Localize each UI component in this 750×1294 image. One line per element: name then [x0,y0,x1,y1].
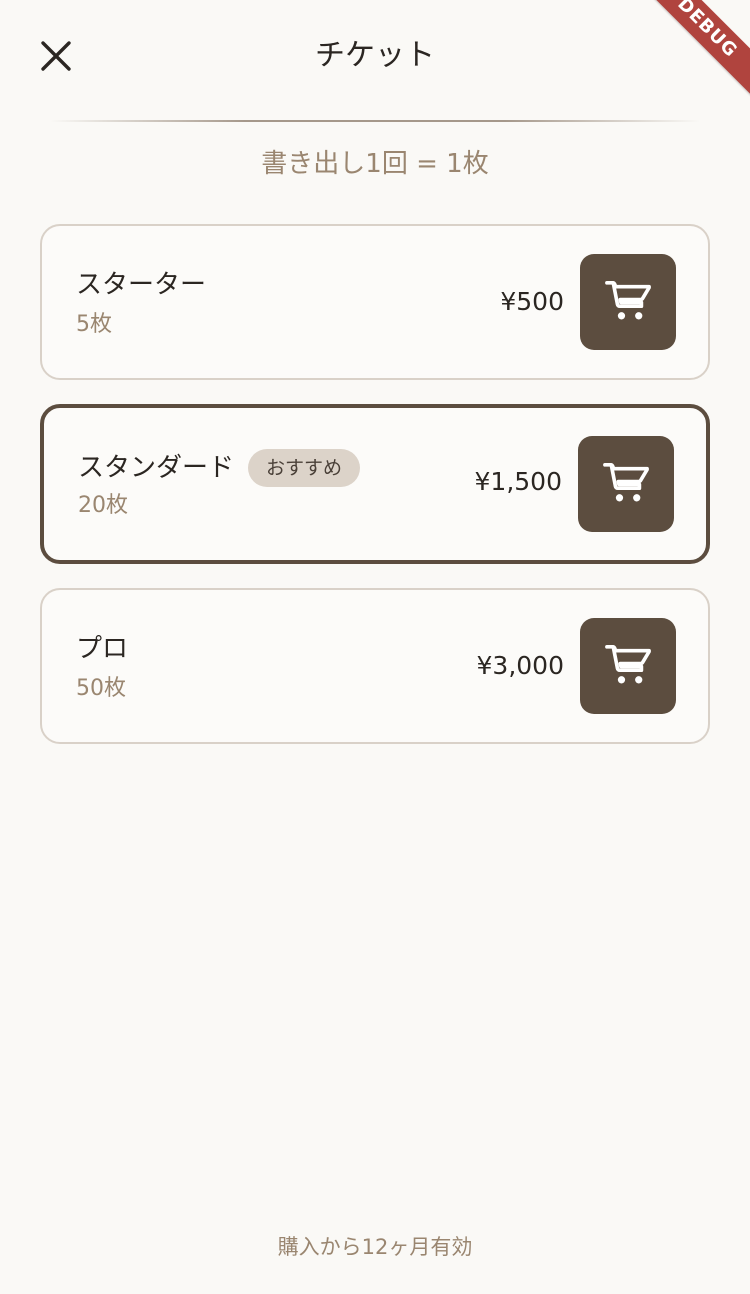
plan-name: プロ [76,634,129,664]
ticket-rate-note: 書き出し1回 = 1枚 [261,149,489,179]
shopping-cart-icon [603,463,649,502]
plan-name-row: スターター [76,268,206,302]
plan-card-standard: スタンダード おすすめ 20枚 ¥1,500 [40,404,710,564]
plan-ticket-count: 20枚 [78,493,128,518]
plan-name-row: プロ [76,632,128,666]
plan-ticket-count: 5枚 [76,312,112,337]
plan-price: ¥500 [500,287,564,316]
plan-name: スターター [76,270,207,300]
buy-button-pro[interactable] [580,618,676,714]
plan-price: ¥3,000 [476,651,564,680]
plan-name-row: スタンダード おすすめ [78,449,361,487]
shopping-cart-icon [605,281,651,320]
buy-button-starter[interactable] [580,254,676,350]
plan-price: ¥1,500 [474,467,562,496]
plan-name: スタンダード [78,453,235,483]
page-title: チケット [315,38,435,73]
app-header: チケット [0,0,750,110]
validity-note: 購入から12ヶ月有効 [277,1235,473,1259]
header-divider [50,120,700,122]
buy-button-standard[interactable] [578,436,674,532]
recommended-badge: おすすめ [248,449,361,487]
shopping-cart-icon [605,645,651,684]
plan-card-pro: プロ 50枚 ¥3,000 [40,588,710,744]
plan-ticket-count: 50枚 [76,676,126,701]
plan-card-starter: スターター 5枚 ¥500 [40,224,710,380]
